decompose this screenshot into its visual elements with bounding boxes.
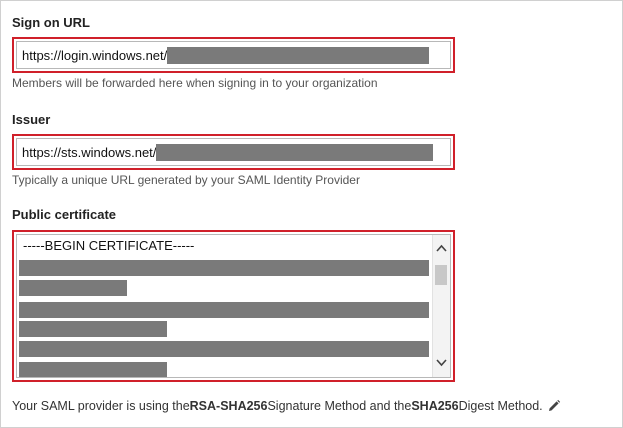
issuer-label: Issuer: [12, 112, 51, 127]
sign-on-url-input[interactable]: https://login.windows.net/: [16, 41, 451, 69]
sign-on-url-label: Sign on URL: [12, 15, 90, 30]
pencil-icon[interactable]: [547, 399, 561, 413]
certificate-first-line: -----BEGIN CERTIFICATE-----: [23, 238, 195, 253]
issuer-redaction: [156, 143, 434, 161]
footer-text-3: Digest Method.: [458, 399, 543, 413]
signature-method-note: Your SAML provider is using the RSA-SHA2…: [12, 399, 561, 413]
footer-text-2: Signature Method and the: [267, 399, 412, 413]
certificate-redaction: [19, 362, 167, 377]
certificate-redaction: [19, 260, 429, 276]
certificate-redaction: [19, 302, 429, 318]
footer-text-1: Your SAML provider is using the: [12, 399, 190, 413]
saml-settings-panel: Sign on URL https://login.windows.net/ M…: [0, 0, 623, 428]
sign-on-url-redaction: [167, 46, 430, 64]
signature-method: RSA-SHA256: [189, 399, 268, 413]
issuer-value: https://sts.windows.net/: [22, 144, 157, 160]
scroll-down-icon[interactable]: [433, 354, 450, 371]
sign-on-url-value: https://login.windows.net/: [22, 47, 168, 63]
issuer-input[interactable]: https://sts.windows.net/: [16, 138, 451, 166]
certificate-highlight: -----BEGIN CERTIFICATE-----: [12, 230, 455, 382]
certificate-textarea[interactable]: -----BEGIN CERTIFICATE-----: [16, 234, 451, 378]
sign-on-url-highlight: https://login.windows.net/: [12, 37, 455, 73]
sign-on-url-help: Members will be forwarded here when sign…: [12, 76, 378, 90]
certificate-redaction: [19, 321, 167, 337]
scrollbar-thumb[interactable]: [435, 265, 447, 285]
scroll-up-icon[interactable]: [433, 239, 450, 256]
certificate-redaction: [19, 280, 127, 296]
certificate-redaction: [19, 341, 429, 357]
issuer-highlight: https://sts.windows.net/: [12, 134, 455, 170]
public-certificate-label: Public certificate: [12, 207, 117, 222]
issuer-help: Typically a unique URL generated by your…: [12, 173, 360, 187]
digest-method: SHA256: [411, 399, 459, 413]
certificate-scrollbar[interactable]: [432, 235, 450, 377]
